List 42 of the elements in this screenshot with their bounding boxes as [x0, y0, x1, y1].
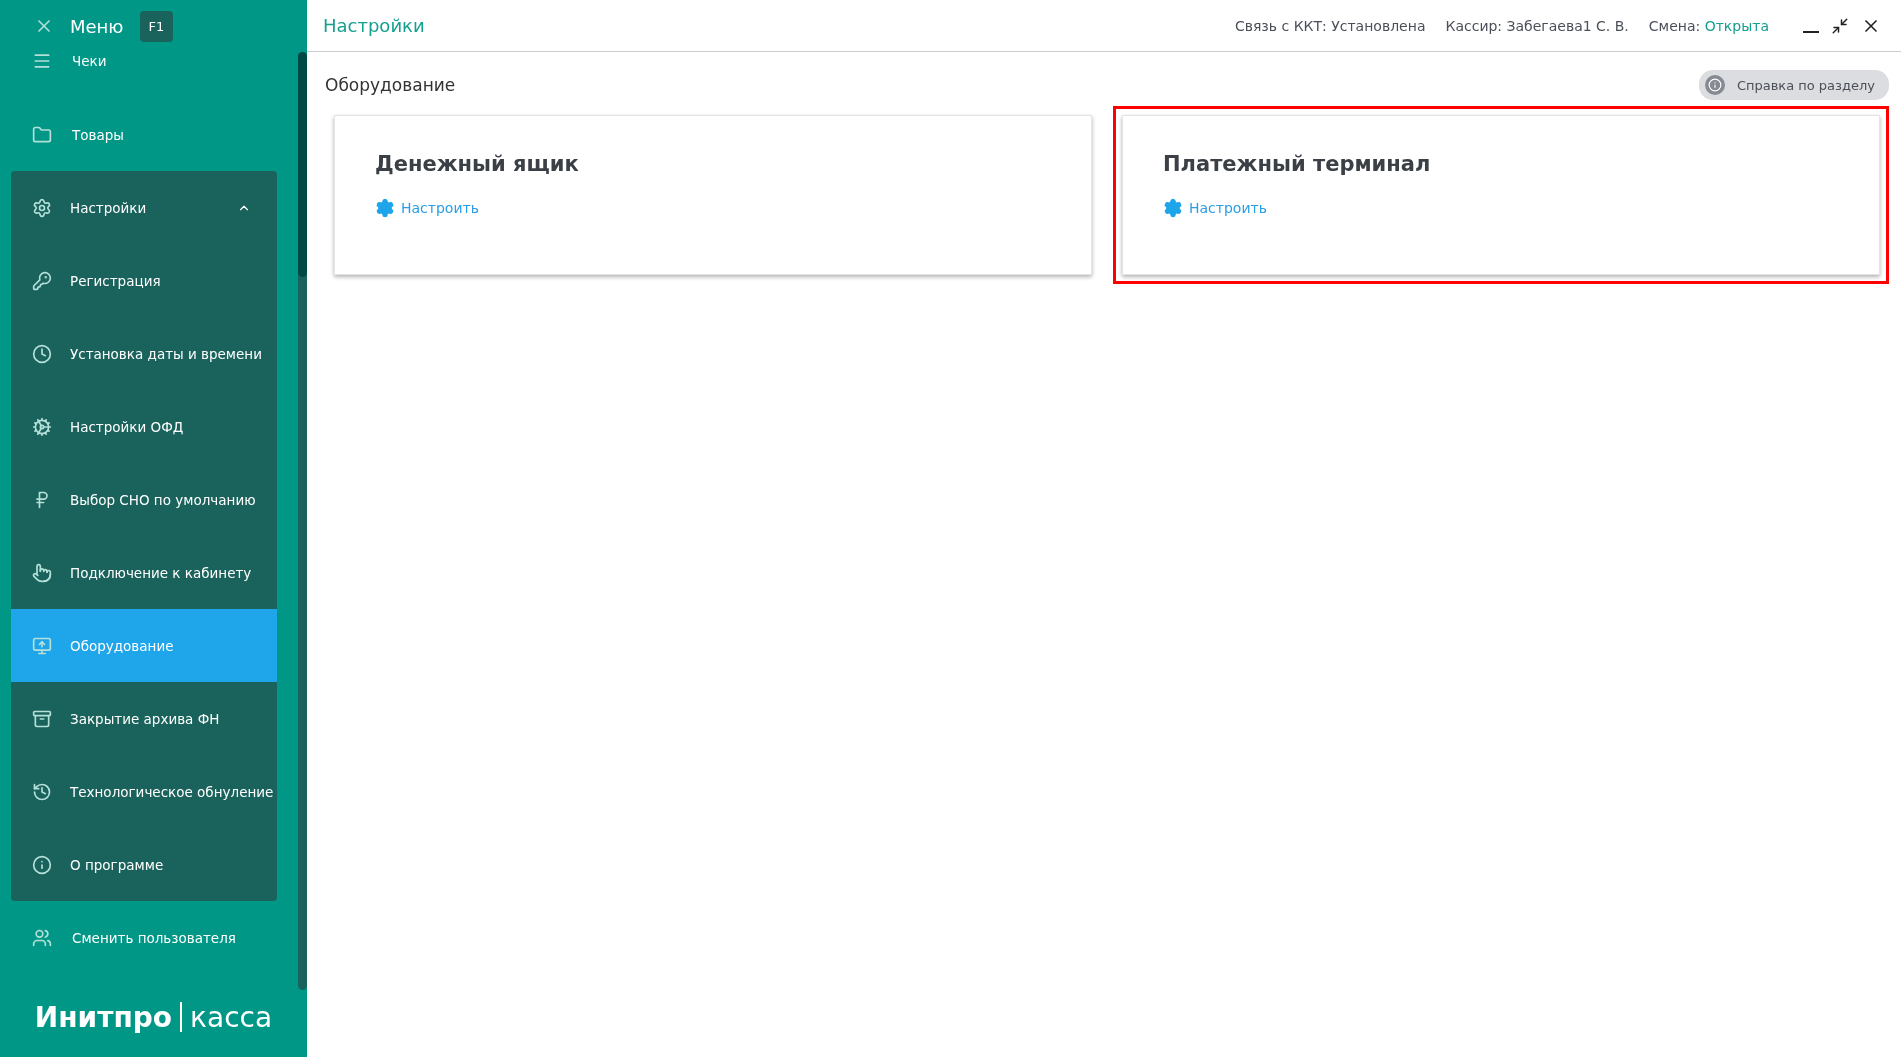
help-button[interactable]: Справка по разделу	[1698, 70, 1889, 100]
gear-icon	[32, 416, 52, 437]
sidebar-item[interactable]: Настройки ОФД	[11, 390, 277, 463]
users-icon	[32, 927, 52, 948]
menu-title: Меню	[70, 15, 124, 37]
scrollbar[interactable]	[298, 52, 307, 990]
section-title: Оборудование	[325, 75, 456, 95]
restore-icon	[1831, 16, 1849, 35]
monitor-icon	[32, 635, 52, 656]
key-icon	[32, 270, 52, 291]
hotkey-badge: F1	[139, 10, 174, 42]
card-title: Платежный терминал	[1163, 152, 1432, 176]
settings-icon	[1163, 198, 1183, 218]
archive-icon	[32, 708, 52, 729]
sidebar-item[interactable]: Технологическое обнуление	[11, 755, 277, 828]
settings-icon	[375, 198, 395, 218]
minimize-icon	[1803, 30, 1819, 33]
pointer-icon	[32, 562, 52, 583]
sidebar-item[interactable]: Выбор СНО по умолчанию	[11, 463, 277, 536]
sidebar-item[interactable]: О программе	[11, 828, 277, 901]
clock-icon	[32, 343, 52, 364]
sidebar-item[interactable]: Регистрация	[11, 244, 277, 317]
card-title: Денежный ящик	[375, 152, 580, 176]
sidebar-item[interactable]: Товары	[0, 98, 277, 171]
settings-icon	[32, 197, 52, 218]
folder-icon	[32, 124, 52, 145]
sidebar-item[interactable]: Подключение к кабинету	[11, 536, 277, 609]
logo-text: касса	[190, 1000, 273, 1034]
sidebar-item[interactable]: Закрытие архива ФН	[11, 682, 277, 755]
reset-icon	[32, 781, 52, 802]
status-text: Кассир: Забегаева1 С. В.	[1445, 17, 1629, 34]
status-text: Связь с ККТ: Установлена	[1234, 17, 1426, 34]
status-text: Смена: Открыта	[1648, 17, 1769, 34]
sidebar-item[interactable]: Чеки	[0, 44, 277, 78]
sidebar-item[interactable]: Установка даты и времени	[11, 317, 277, 390]
info-icon	[32, 854, 52, 875]
sidebar-item[interactable]: Настройки	[11, 171, 277, 244]
sidebar-item[interactable]: Сменить пользователя	[0, 901, 277, 974]
info-icon	[1707, 78, 1722, 92]
logo-divider	[180, 1002, 183, 1032]
page-title: Настройки	[323, 15, 425, 36]
logo-text: Инитпро	[34, 1000, 173, 1034]
